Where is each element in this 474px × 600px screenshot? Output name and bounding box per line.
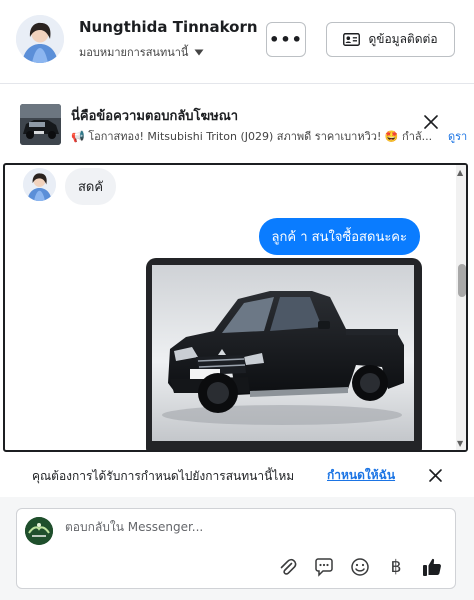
attach-button[interactable] (276, 555, 300, 579)
contact-card-icon (343, 33, 361, 46)
contact-avatar[interactable] (16, 15, 64, 63)
ad-description: 📢 โอกาสทอง! Mitsubishi Triton (J029) สภา… (71, 130, 433, 143)
scroll-down-arrow-icon[interactable]: ▼ (457, 439, 463, 448)
assign-label: มอบหมายการสนทนานี้ (79, 46, 189, 59)
assign-to-me-link[interactable]: กำหนดให้ฉัน (327, 466, 395, 485)
ad-banner-title: นี่คือข้อความตอบกลับโฆษณา (71, 109, 239, 124)
page-avatar (25, 517, 53, 545)
reply-input[interactable] (65, 520, 435, 534)
emoji-button[interactable] (348, 555, 372, 579)
incoming-message[interactable]: สดคั (65, 168, 117, 205)
baht-icon: ฿ (390, 557, 402, 577)
contact-name: Nungthida Tinnakorn (79, 18, 258, 36)
message-text: ลูกค้ า สนใจซื้อสดนะคะ (271, 230, 407, 245)
reply-composer: ฿ (16, 508, 456, 589)
scrollbar-thumb[interactable] (458, 264, 466, 297)
scroll-up-arrow-icon[interactable]: ▲ (457, 168, 463, 177)
message-text: สดคั (78, 180, 104, 195)
customer-avatar (23, 168, 56, 201)
page-logo-icon (25, 517, 53, 545)
close-icon[interactable] (422, 113, 440, 131)
assign-suggestion-bar: คุณต้องการได้รับการกำหนดไปยังการสนทนานี้… (0, 453, 474, 497)
outgoing-message[interactable]: ลูกค้ า สนใจซื้อสดนะคะ (258, 218, 420, 255)
view-contact-button[interactable]: ดูข้อมูลติดต่อ (326, 22, 455, 57)
saved-reply-icon (315, 558, 333, 577)
view-contact-label: ดูข้อมูลติดต่อ (368, 32, 438, 46)
pickup-truck-image (152, 265, 414, 441)
like-icon (423, 558, 441, 576)
more-icon: ••• (269, 30, 303, 49)
conversation-header: Nungthida Tinnakorn มอบหมายการสนทนานี้ •… (0, 0, 474, 84)
chat-scrollbar[interactable] (456, 165, 466, 450)
avatar-image (16, 15, 64, 63)
ad-thumbnail-image (20, 104, 61, 145)
chevron-down-icon (194, 49, 204, 55)
truck-photo (152, 265, 414, 441)
saved-reply-button[interactable] (312, 555, 336, 579)
assign-conversation-dropdown[interactable]: มอบหมายการสนทนานี้ (79, 43, 204, 61)
attach-icon (280, 558, 297, 575)
avatar-image (23, 168, 56, 201)
ad-thumbnail[interactable] (20, 104, 61, 145)
message-thread: สดคั ลูกค้ า สนใจซื้อสดนะคะ ▲ ▼ (3, 163, 468, 452)
image-message[interactable] (146, 258, 422, 450)
assign-suggestion-text: คุณต้องการได้รับการกำหนดไปยังการสนทนานี้… (32, 469, 295, 483)
ad-see-more-link[interactable]: ดูรา (448, 127, 467, 145)
emoji-icon (351, 558, 369, 576)
more-options-button[interactable]: ••• (266, 22, 306, 57)
like-button[interactable] (420, 555, 444, 579)
ad-reply-banner: นี่คือข้อความตอบกลับโฆษณา 📢 โอกาสทอง! Mi… (0, 85, 474, 162)
close-icon[interactable] (428, 468, 443, 483)
baht-payment-button[interactable]: ฿ (384, 555, 408, 579)
